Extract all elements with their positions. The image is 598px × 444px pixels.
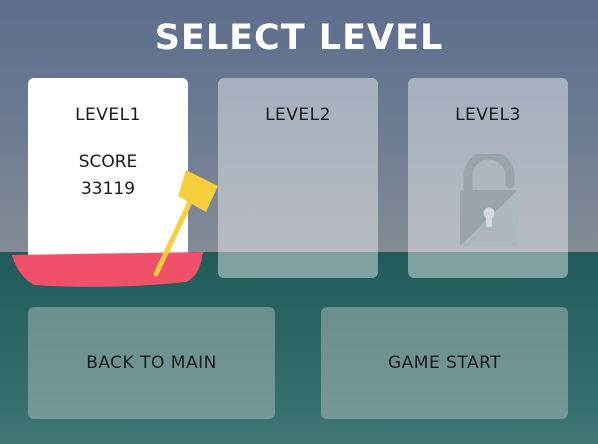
level-card-1[interactable]: LEVEL1 SCORE 33119 <box>28 78 188 262</box>
back-to-main-button[interactable]: BACK TO MAIN <box>28 307 275 419</box>
padlock-icon <box>460 154 518 246</box>
level-label: LEVEL3 <box>455 105 521 125</box>
level-label: LEVEL1 <box>75 105 141 125</box>
level-card-2[interactable]: LEVEL2 <box>218 78 378 278</box>
score-label: SCORE <box>78 152 138 172</box>
level-label: LEVEL2 <box>265 105 331 125</box>
level-card-3[interactable]: LEVEL3 <box>408 78 568 278</box>
score-value: 33119 <box>80 179 136 199</box>
page-title: SELECT LEVEL <box>154 18 444 58</box>
game-start-button[interactable]: GAME START <box>321 307 568 419</box>
